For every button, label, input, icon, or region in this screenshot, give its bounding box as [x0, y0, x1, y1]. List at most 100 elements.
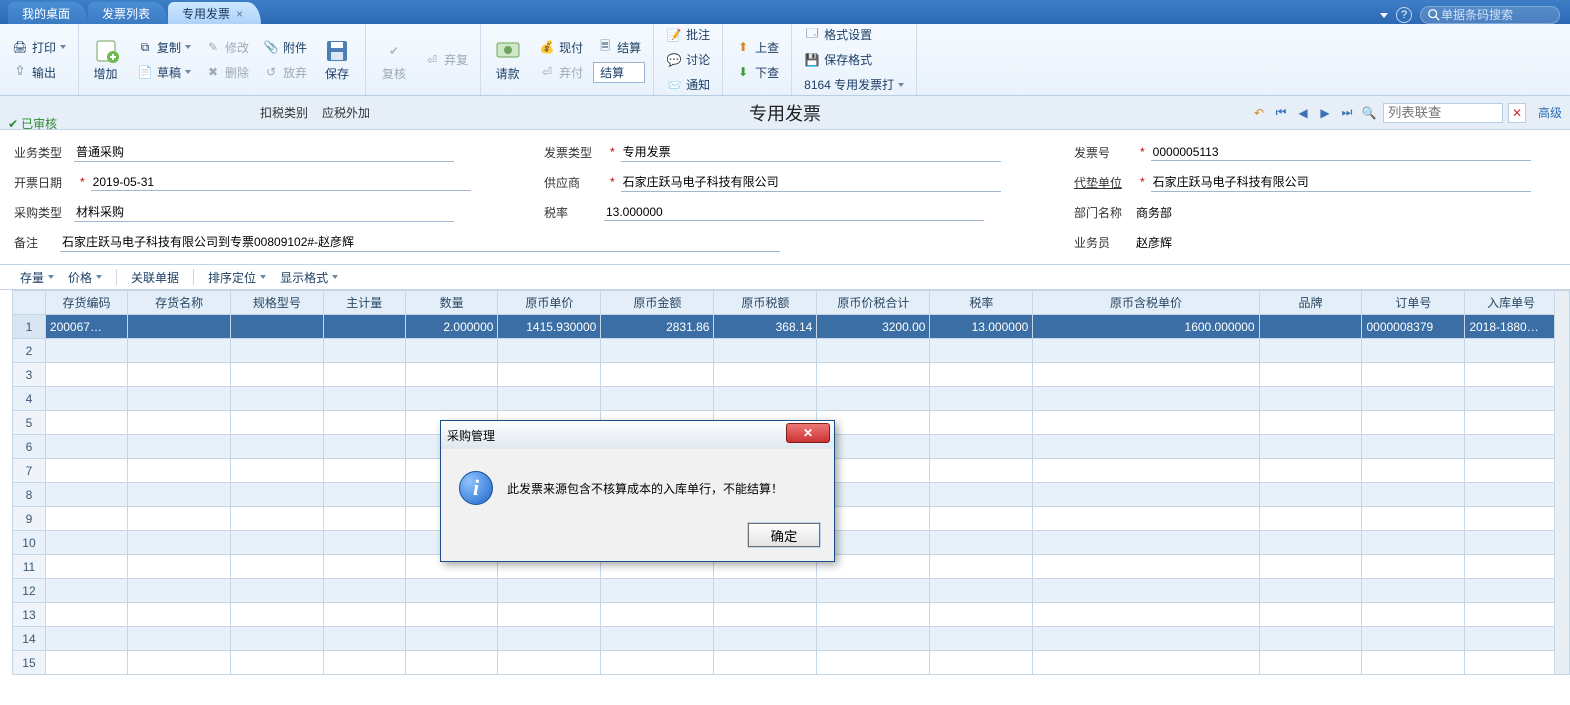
advanced-link[interactable]: 高级	[1538, 104, 1562, 121]
tab-menu-dropdown-icon[interactable]	[1380, 13, 1388, 18]
col-inclprice[interactable]: 原币含税单价	[1033, 291, 1259, 315]
purtype-label: 采购类型	[14, 204, 74, 221]
dept-value[interactable]: 商务部	[1134, 203, 1514, 222]
col-amt[interactable]: 原币金额	[601, 291, 714, 315]
printset-button[interactable]: 8164 专用发票打	[800, 74, 908, 95]
grid-toolbar: 存量 价格 关联单据 排序定位 显示格式	[0, 264, 1570, 290]
displayformat-menu[interactable]: 显示格式	[280, 269, 338, 286]
last-icon[interactable]: ⏭	[1339, 105, 1355, 121]
price-menu[interactable]: 价格	[68, 269, 102, 286]
upcheck-button[interactable]: ⬆上查	[731, 37, 783, 58]
col-qty[interactable]: 数量	[405, 291, 498, 315]
close-icon[interactable]: ×	[236, 7, 243, 21]
first-icon[interactable]: ⏮	[1273, 105, 1289, 121]
dialog-close-button[interactable]: ✕	[786, 423, 830, 443]
settle2-button[interactable]: 结算	[593, 62, 645, 83]
draft-button[interactable]: 📄草稿	[133, 62, 195, 83]
purtype-value[interactable]: 材料采购	[74, 202, 454, 222]
copy-button[interactable]: ⧉复制	[133, 37, 195, 58]
notify-button[interactable]: 📨通知	[662, 74, 714, 95]
audit-button[interactable]: ✔ 复核	[374, 28, 414, 91]
cash-button[interactable]: 💰现付	[535, 37, 587, 58]
btn-label: 复制	[157, 39, 181, 56]
link-doc[interactable]: 关联单据	[131, 269, 179, 286]
date-value[interactable]: 2019-05-31	[91, 174, 471, 191]
save-button[interactable]: 保存	[317, 28, 357, 91]
header-form: 业务类型普通采购 发票类型*专用发票 发票号*0000005113 开票日期*2…	[0, 130, 1570, 258]
table-row[interactable]: 1200067…2.0000001415.9300002831.86368.14…	[13, 315, 1558, 339]
invtype-value[interactable]: 专用发票	[621, 142, 1001, 162]
saveformat-button[interactable]: 💾保存格式	[800, 49, 908, 70]
add-button[interactable]: 增加	[87, 28, 127, 91]
col-name[interactable]: 存货名称	[128, 291, 231, 315]
tab-desktop[interactable]: 我的桌面	[8, 2, 88, 24]
delete-button[interactable]: ✖删除	[201, 62, 253, 83]
col-inbill[interactable]: 入库单号	[1465, 291, 1558, 315]
table-row[interactable]: 3	[13, 363, 1558, 387]
vertical-scrollbar[interactable]	[1554, 290, 1570, 675]
dialog-message: 此发票来源包含不核算成本的入库单行，不能结算！	[507, 480, 783, 497]
edit-button[interactable]: ✎修改	[201, 37, 253, 58]
barcode-search-input[interactable]	[1441, 8, 1553, 22]
tab-invoice-list[interactable]: 发票列表	[88, 2, 168, 24]
export-button[interactable]: ⮸输出	[8, 62, 70, 83]
undo-icon[interactable]: ↶	[1251, 105, 1267, 121]
stamp-text: 已审核	[21, 115, 57, 132]
col-total[interactable]: 原币价税合计	[817, 291, 930, 315]
col-price[interactable]: 原币单价	[498, 291, 601, 315]
col-tax[interactable]: 原币税额	[714, 291, 817, 315]
agent-value[interactable]: 石家庄跃马电子科技有限公司	[1151, 172, 1531, 192]
remark-value[interactable]: 石家庄跃马电子科技有限公司到专票00809102#-赵彦辉	[60, 232, 780, 252]
note-icon: 📝	[666, 27, 682, 43]
discard-button[interactable]: ↺放弃	[259, 62, 311, 83]
tab-special-invoice[interactable]: 专用发票×	[168, 2, 261, 24]
link-query-input[interactable]	[1383, 103, 1503, 123]
notify-icon: 📨	[666, 77, 682, 93]
invno-value[interactable]: 0000005113	[1151, 144, 1531, 161]
btn-label: 现付	[559, 39, 583, 56]
col-unit[interactable]: 主计量	[323, 291, 405, 315]
col-spec[interactable]: 规格型号	[231, 291, 324, 315]
giveup-button[interactable]: ⏎弃付	[535, 62, 587, 83]
prev-icon[interactable]: ◀	[1295, 105, 1311, 121]
col-order[interactable]: 订单号	[1362, 291, 1465, 315]
help-icon[interactable]: ?	[1396, 7, 1412, 23]
btn-label: 下查	[755, 64, 779, 81]
table-row[interactable]: 4	[13, 387, 1558, 411]
search-icon[interactable]: 🔍	[1361, 105, 1377, 121]
btn-label: 修改	[225, 39, 249, 56]
draft-icon: 📄	[137, 64, 153, 80]
oppose-button[interactable]: ⏎弃复	[420, 49, 472, 70]
taxrate-label: 税率	[544, 204, 604, 221]
col-brand[interactable]: 品牌	[1259, 291, 1362, 315]
col-code[interactable]: 存货编码	[45, 291, 127, 315]
attach-button[interactable]: 📎附件	[259, 37, 311, 58]
dialog-ok-button[interactable]: 确定	[748, 523, 820, 547]
table-row[interactable]: 12	[13, 579, 1558, 603]
print-button[interactable]: 🖨打印	[8, 37, 70, 58]
request-button[interactable]: 请款	[489, 28, 529, 91]
page-title: 专用发票	[749, 100, 821, 126]
taxrate-value[interactable]: 13.000000	[604, 204, 984, 221]
stock-menu[interactable]: 存量	[20, 269, 54, 286]
supplier-value[interactable]: 石家庄跃马电子科技有限公司	[621, 172, 1001, 192]
person-value[interactable]: 赵彦辉	[1134, 233, 1514, 252]
table-row[interactable]: 13	[13, 603, 1558, 627]
next-icon[interactable]: ▶	[1317, 105, 1333, 121]
note-button[interactable]: 📝批注	[662, 24, 714, 45]
sort-menu[interactable]: 排序定位	[208, 269, 266, 286]
downcheck-button[interactable]: ⬇下查	[731, 62, 783, 83]
table-row[interactable]: 14	[13, 627, 1558, 651]
dialog-titlebar[interactable]: 采购管理 ✕	[441, 421, 834, 449]
col-rownum[interactable]	[13, 291, 46, 315]
col-rate[interactable]: 税率	[930, 291, 1033, 315]
table-row[interactable]: 2	[13, 339, 1558, 363]
barcode-search[interactable]	[1420, 6, 1560, 24]
tab-label: 发票列表	[102, 7, 150, 21]
clear-icon[interactable]: ✕	[1508, 103, 1526, 123]
format-button[interactable]: 🗔格式设置	[800, 24, 908, 45]
discuss-button[interactable]: 💬讨论	[662, 49, 714, 70]
biztype-value[interactable]: 普通采购	[74, 142, 454, 162]
table-row[interactable]: 15	[13, 651, 1558, 675]
settle-button[interactable]: 🗏结算	[593, 37, 645, 58]
